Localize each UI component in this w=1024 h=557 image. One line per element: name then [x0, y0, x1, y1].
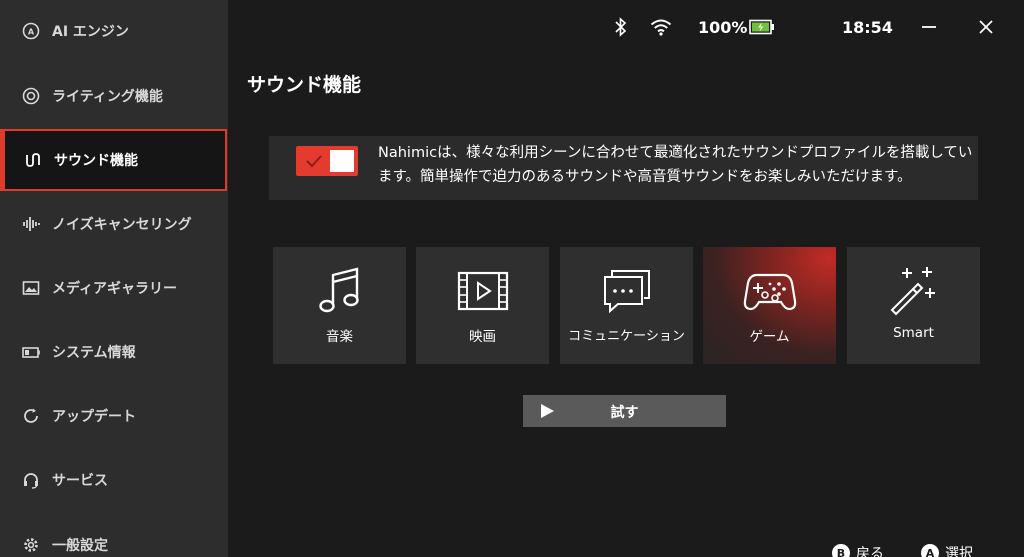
ai-icon: A: [22, 22, 40, 40]
sidebar-item-system-info[interactable]: システム情報: [0, 321, 228, 383]
select-hint[interactable]: A 選択: [921, 543, 973, 557]
sidebar-item-noise-cancel[interactable]: ノイズキャンセリング: [0, 193, 228, 255]
sound-description-panel: Nahimicは、様々な利用シーンに合わせて最適化されたサウンドプロファイルを搭…: [269, 136, 978, 200]
minimize-icon[interactable]: [921, 16, 937, 38]
sidebar: A AI エンジン ライティング機能 サウンド機能 ノイズキャンセリング メディ…: [0, 0, 228, 557]
gamepad-icon: [703, 265, 836, 317]
update-icon: [22, 407, 40, 425]
profile-card-movie[interactable]: 映画: [416, 247, 549, 364]
battery-charging-icon: [749, 16, 775, 38]
sidebar-item-label: システム情報: [52, 345, 136, 361]
sidebar-item-update[interactable]: アップデート: [0, 385, 228, 447]
profile-card-communication[interactable]: コミュニケーション: [560, 247, 693, 364]
lighting-icon: [22, 87, 40, 105]
back-hint-label: 戻る: [856, 546, 884, 557]
battery-system-icon: [22, 343, 40, 361]
profile-card-label: 映画: [469, 329, 496, 345]
sidebar-item-label: 一般設定: [52, 538, 108, 554]
profile-card-label: 音楽: [326, 329, 353, 345]
sidebar-item-label: アップデート: [52, 409, 136, 425]
sidebar-item-label: サービス: [52, 473, 108, 489]
bluetooth-icon[interactable]: [614, 16, 628, 38]
sidebar-item-sound[interactable]: サウンド機能: [0, 129, 227, 191]
sidebar-item-label: サウンド機能: [54, 153, 138, 169]
toggle-knob: [330, 150, 354, 172]
sidebar-item-label: AI エンジン: [52, 24, 129, 40]
sound-wave-icon: [24, 151, 42, 169]
b-button-icon: B: [832, 544, 850, 557]
sidebar-item-general-settings[interactable]: 一般設定: [0, 514, 228, 557]
gear-icon: [22, 536, 40, 554]
sidebar-item-service[interactable]: サービス: [0, 449, 228, 511]
profile-card-music[interactable]: 音楽: [273, 247, 406, 364]
page-title: サウンド機能: [247, 74, 362, 96]
wifi-icon[interactable]: [650, 16, 672, 38]
close-icon[interactable]: [978, 16, 994, 38]
profile-card-game[interactable]: ゲーム: [703, 247, 836, 364]
clock: 18:54: [842, 17, 893, 37]
magic-wand-icon: [847, 265, 980, 317]
try-button[interactable]: 試す: [523, 395, 726, 427]
sound-enable-toggle[interactable]: [296, 146, 358, 176]
a-button-icon: A: [921, 544, 939, 557]
sidebar-item-label: ライティング機能: [52, 89, 163, 105]
image-icon: [22, 279, 40, 297]
battery-percent: 100%: [698, 17, 748, 37]
top-status-bar: 100% 18:54: [228, 0, 1024, 54]
profile-card-label: コミュニケーション: [568, 329, 685, 344]
select-hint-label: 選択: [945, 546, 973, 557]
back-hint[interactable]: B 戻る: [832, 543, 884, 557]
music-note-icon: [273, 265, 406, 317]
headset-icon: [22, 471, 40, 489]
profile-card-smart[interactable]: Smart: [847, 247, 980, 364]
try-button-label: 試す: [610, 405, 639, 421]
sidebar-item-ai-engine[interactable]: A AI エンジン: [0, 0, 228, 62]
noise-bars-icon: [22, 215, 40, 233]
sidebar-item-label: ノイズキャンセリング: [52, 217, 192, 233]
film-icon: [416, 265, 549, 317]
profile-card-label: ゲーム: [749, 329, 790, 345]
svg-text:A: A: [28, 28, 35, 37]
profile-card-label: Smart: [893, 325, 934, 341]
sidebar-item-label: メディアギャラリー: [52, 281, 178, 297]
check-icon: [306, 155, 322, 168]
sound-description-text: Nahimicは、様々な利用シーンに合わせて最適化されたサウンドプロファイルを搭…: [378, 145, 973, 185]
chat-icon: [560, 265, 693, 317]
sidebar-item-media-gallery[interactable]: メディアギャラリー: [0, 257, 228, 319]
sidebar-item-lighting[interactable]: ライティング機能: [0, 65, 228, 127]
